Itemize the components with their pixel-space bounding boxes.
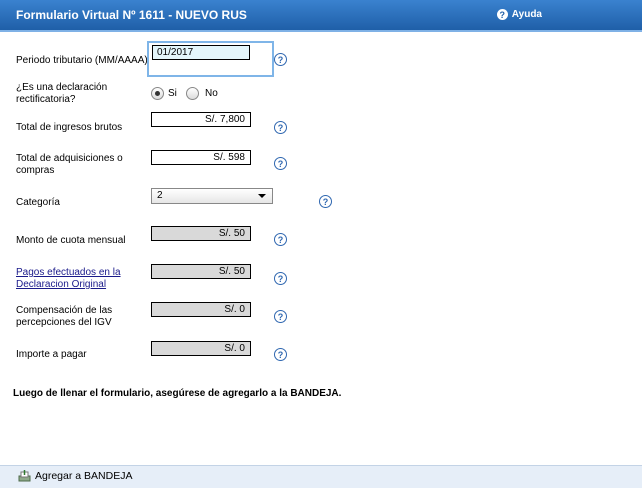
importe-help-icon[interactable]: ? <box>274 348 287 361</box>
chevron-down-icon <box>258 194 266 198</box>
periodo-help-icon[interactable]: ? <box>274 53 287 66</box>
compensacion-label: Compensación de las percepciones del IGV <box>16 305 112 329</box>
categoria-selected-value: 2 <box>157 190 163 201</box>
compensacion-label-line1: Compensación de las <box>16 305 113 316</box>
rectificatoria-no-label: No <box>205 88 218 99</box>
adquisiciones-label-line1: Total de adquisiciones o <box>16 153 123 164</box>
pagos-label-line2: Declaracion Original <box>16 279 107 290</box>
footer-bar: Agregar a BANDEJA <box>0 465 642 488</box>
categoria-label: Categoría <box>16 197 60 208</box>
tray-icon <box>18 470 31 482</box>
pagos-label-line1: Pagos efectuados en la <box>16 267 121 278</box>
periodo-focus-ring: 01/2017 <box>147 41 274 77</box>
help-icon: ? <box>496 9 508 20</box>
add-to-tray-label: Agregar a BANDEJA <box>35 470 133 482</box>
form-title: Formulario Virtual Nº 1611 - NUEVO RUS <box>16 8 247 22</box>
instruction-note: Luego de llenar el formulario, asegúrese… <box>13 388 342 399</box>
adquisiciones-help-icon[interactable]: ? <box>274 157 287 170</box>
help-link[interactable]: ? Ayuda <box>496 9 542 20</box>
rectificatoria-label-line1: ¿Es una declaración <box>16 82 108 93</box>
header-bar: Formulario Virtual Nº 1611 - NUEVO RUS ?… <box>0 0 642 32</box>
importe-label: Importe a pagar <box>16 349 87 360</box>
rectificatoria-si-radio[interactable] <box>151 87 164 100</box>
adquisiciones-label: Total de adquisiciones o compras <box>16 153 123 177</box>
help-label: Ayuda <box>511 9 542 20</box>
cuota-help-icon[interactable]: ? <box>274 233 287 246</box>
cuota-label: Monto de cuota mensual <box>16 235 126 246</box>
cuota-output: S/. 50 <box>151 226 251 241</box>
categoria-help-icon[interactable]: ? <box>319 195 332 208</box>
compensacion-output: S/. 0 <box>151 302 251 317</box>
rectificatoria-no-radio[interactable] <box>186 87 199 100</box>
ingresos-help-icon[interactable]: ? <box>274 121 287 134</box>
compensacion-label-line2: percepciones del IGV <box>16 317 112 328</box>
importe-output: S/. 0 <box>151 341 251 356</box>
pagos-link[interactable]: Pagos efectuados en la Declaracion Origi… <box>16 267 121 291</box>
rectificatoria-label-line2: rectificatoria? <box>16 94 76 105</box>
rectificatoria-label: ¿Es una declaración rectificatoria? <box>16 82 107 106</box>
categoria-select[interactable]: 2 <box>151 188 273 204</box>
add-to-tray-button[interactable]: Agregar a BANDEJA <box>18 470 132 482</box>
compensacion-help-icon[interactable]: ? <box>274 310 287 323</box>
ingresos-label: Total de ingresos brutos <box>16 122 123 133</box>
adquisiciones-label-line2: compras <box>16 165 55 176</box>
rectificatoria-si-label: Si <box>168 88 177 99</box>
periodo-input[interactable]: 01/2017 <box>152 45 250 60</box>
pagos-output: S/. 50 <box>151 264 251 279</box>
ingresos-input[interactable]: S/. 7,800 <box>151 112 251 127</box>
pagos-help-icon[interactable]: ? <box>274 272 287 285</box>
periodo-label: Periodo tributario (MM/AAAA) <box>16 55 148 66</box>
adquisiciones-input[interactable]: S/. 598 <box>151 150 251 165</box>
